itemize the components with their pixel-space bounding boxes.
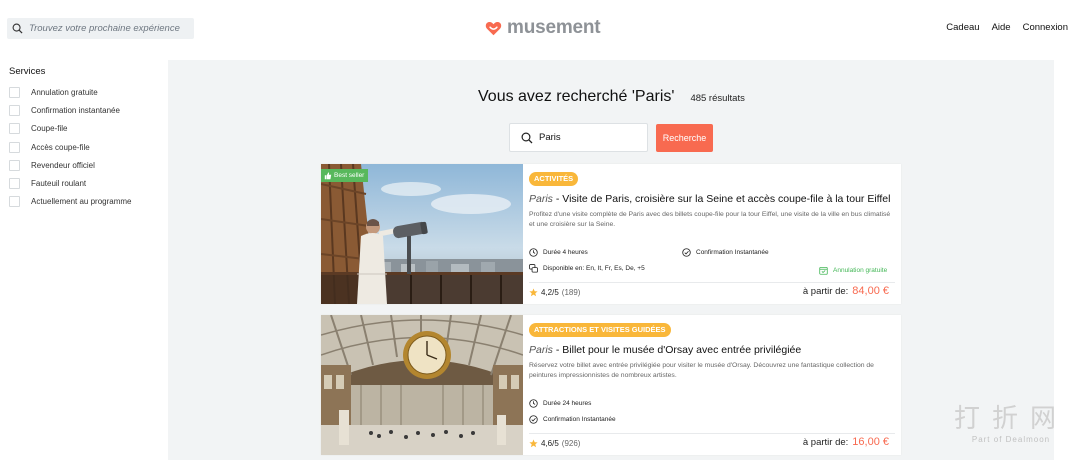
search-value: Paris <box>539 132 561 143</box>
card-description: Profitez d'une visite complète de Paris … <box>529 211 891 228</box>
sidebar-title: Services <box>9 66 46 77</box>
bestseller-badge: Best seller <box>321 169 369 182</box>
results-count: 485 résultats <box>690 93 745 104</box>
card-title-text: Visite de Paris, croisière sur la Seine … <box>562 193 891 205</box>
top-nav: Cadeau Aide Connexion <box>946 22 1068 33</box>
duration-feature: Durée 24 heures <box>529 399 591 408</box>
filter-label: Accès coupe-file <box>31 142 90 152</box>
checkbox[interactable] <box>9 178 20 190</box>
checkbox[interactable] <box>9 104 20 116</box>
search-placeholder: Trouvez votre prochaine expérience <box>29 23 180 34</box>
filter-label: Confirmation instantanée <box>31 105 120 115</box>
nav-gift[interactable]: Cadeau <box>946 22 979 33</box>
card-title[interactable]: Paris - Billet pour le musée d'Orsay ave… <box>529 344 801 356</box>
activity-card[interactable]: Best seller ACTIVITÉS Paris - Visite de … <box>321 164 901 304</box>
languages-feature: Disponible en: En, It, Fr, Es, De, +5 <box>529 264 645 273</box>
filter-official-reseller[interactable]: Revendeur officiel <box>9 156 159 174</box>
nav-login[interactable]: Connexion <box>1023 22 1068 33</box>
language-icon <box>529 264 538 273</box>
rating-value: 4,6/5 <box>541 439 559 448</box>
price-from-label: à partir de: <box>802 286 849 297</box>
thumbs-up-icon <box>324 171 332 179</box>
divider <box>529 282 895 283</box>
checkbox[interactable] <box>9 123 20 135</box>
calendar-check-icon <box>819 266 828 275</box>
card-city: Paris <box>529 344 553 356</box>
price: à partir de: 16,00 € <box>803 436 889 448</box>
free-cancellation-feature: Annulation gratuite <box>819 266 887 275</box>
filter-instant-confirmation[interactable]: Confirmation instantanée <box>9 101 159 119</box>
filter-free-cancellation[interactable]: Annulation gratuite <box>9 83 159 101</box>
orsay-photo[interactable] <box>321 315 523 455</box>
price-amount: 84,00 € <box>852 285 889 297</box>
filter-label: Coupe-file <box>31 124 68 134</box>
rating-value: 4,2/5 <box>541 288 559 297</box>
star-icon <box>529 439 538 448</box>
review-count: (189) <box>561 288 581 297</box>
filter-label: Fauteuil roulant <box>31 179 87 189</box>
card-description: Réservez votre billet avec entrée privil… <box>529 362 874 379</box>
divider <box>529 433 895 434</box>
card-body: ACTIVITÉS Paris - Visite de Paris, crois… <box>529 164 895 304</box>
global-search-input[interactable]: Trouvez votre prochaine expérience <box>7 18 194 39</box>
clock-icon <box>529 399 538 408</box>
price-from-label: à partir de: <box>802 437 849 448</box>
price: à partir de: 84,00 € <box>803 285 889 297</box>
search-icon <box>12 23 23 34</box>
title-separator: - <box>552 193 563 205</box>
category-badge: ATTRACTIONS ET VISITES GUIDÉES <box>529 323 671 337</box>
watermark-text: 打折网 <box>953 403 1068 433</box>
check-circle-icon <box>682 248 691 257</box>
watermark: 打折网 Part of Dealmoon <box>954 398 1068 444</box>
filter-label: Actuellement au programme <box>31 197 132 207</box>
card-city: Paris <box>529 193 553 205</box>
confirmation-feature: Confirmation Instantanée <box>682 248 769 257</box>
nav-help[interactable]: Aide <box>992 22 1011 33</box>
clock-icon <box>529 248 538 257</box>
title-separator: - <box>552 344 563 356</box>
checkbox[interactable] <box>9 196 20 208</box>
eiffel-photo[interactable]: Best seller <box>321 164 523 304</box>
search-input[interactable]: Paris <box>509 123 648 152</box>
checkbox[interactable] <box>9 141 20 153</box>
logo-text: musement <box>507 17 601 38</box>
results-header: Vous avez recherché 'Paris' 485 résultat… <box>478 88 745 106</box>
filter-skip-line-access[interactable]: Accès coupe-file <box>9 138 159 156</box>
filter-label: Annulation gratuite <box>31 87 98 97</box>
logo[interactable]: musement <box>485 17 601 39</box>
category-badge: ACTIVITÉS <box>529 172 579 186</box>
filter-label: Revendeur officiel <box>31 160 95 170</box>
checkbox[interactable] <box>9 159 20 171</box>
rating: 4,6/5 (926) <box>529 439 580 448</box>
price-amount: 16,00 € <box>852 436 889 448</box>
results-panel: Vous avez recherché 'Paris' 485 résultat… <box>168 60 1054 460</box>
watermark-subtext: Part of Dealmoon <box>971 435 1051 444</box>
filters-sidebar: Services Annulation gratuite Confirmatio… <box>9 66 159 211</box>
results-title: Vous avez recherché 'Paris' <box>478 88 675 105</box>
search-button[interactable]: Recherche <box>656 124 713 152</box>
rating: 4,2/5 (189) <box>529 288 580 297</box>
star-icon <box>529 288 538 297</box>
filter-wheelchair[interactable]: Fauteuil roulant <box>9 174 159 192</box>
heart-logo-icon <box>485 21 502 35</box>
search-icon <box>521 131 533 143</box>
header: Trouvez votre prochaine expérience musem… <box>0 0 1080 58</box>
filter-currently-showing[interactable]: Actuellement au programme <box>9 193 159 211</box>
filter-skip-line[interactable]: Coupe-file <box>9 120 159 138</box>
card-body: ATTRACTIONS ET VISITES GUIDÉES Paris - B… <box>529 315 895 455</box>
checkbox[interactable] <box>9 86 20 98</box>
activity-card[interactable]: ATTRACTIONS ET VISITES GUIDÉES Paris - B… <box>321 315 901 455</box>
check-circle-icon <box>529 415 538 424</box>
card-title[interactable]: Paris - Visite de Paris, croisière sur l… <box>529 193 890 205</box>
card-title-text: Billet pour le musée d'Orsay avec entrée… <box>562 344 802 356</box>
review-count: (926) <box>561 439 581 448</box>
duration-feature: Durée 4 heures <box>529 248 588 257</box>
confirmation-feature: Confirmation Instantanée <box>529 415 616 424</box>
